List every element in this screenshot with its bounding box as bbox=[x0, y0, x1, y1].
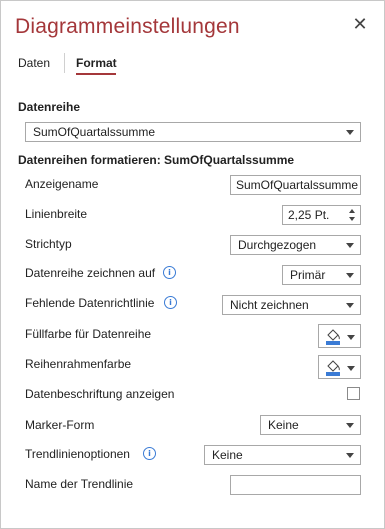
trendline-value: Keine bbox=[212, 448, 243, 462]
fill-color-button[interactable] bbox=[318, 324, 361, 348]
data-labels-label: Datenbeschriftung anzeigen bbox=[25, 387, 175, 401]
paint-bucket-icon bbox=[326, 329, 340, 345]
chevron-down-icon bbox=[346, 273, 354, 278]
chevron-down-icon bbox=[346, 243, 354, 248]
close-icon[interactable]: ✕ bbox=[351, 15, 369, 33]
tab-separator bbox=[64, 53, 65, 73]
trendline-name-input[interactable] bbox=[230, 475, 361, 495]
tab-format[interactable]: Format bbox=[76, 56, 117, 70]
paint-bucket-icon bbox=[326, 360, 340, 376]
dash-type-select[interactable]: Durchgezogen bbox=[230, 235, 361, 255]
missing-data-select[interactable]: Nicht zeichnen bbox=[222, 295, 361, 315]
plot-on-select[interactable]: Primär bbox=[282, 265, 361, 285]
line-width-value: 2,25 Pt. bbox=[288, 208, 330, 222]
chevron-down-icon bbox=[346, 303, 354, 308]
marker-shape-select[interactable]: Keine bbox=[260, 415, 361, 435]
pane-title: Diagrammeinstellungen bbox=[15, 15, 240, 38]
spin-down-icon[interactable] bbox=[349, 217, 355, 221]
marker-shape-value: Keine bbox=[268, 418, 299, 432]
border-color-label: Reihenrahmenfarbe bbox=[25, 357, 132, 371]
chevron-down-icon bbox=[346, 130, 354, 135]
info-icon[interactable]: i bbox=[143, 447, 156, 460]
marker-shape-label: Marker-Form bbox=[25, 418, 95, 432]
dash-type-value: Durchgezogen bbox=[238, 238, 317, 252]
plot-on-label: Datenreihe zeichnen auf bbox=[25, 266, 156, 280]
info-icon[interactable]: i bbox=[163, 266, 176, 279]
spin-up-icon[interactable] bbox=[349, 209, 355, 213]
missing-data-label: Fehlende Datenrichtlinie bbox=[25, 296, 155, 310]
border-color-button[interactable] bbox=[318, 355, 361, 379]
line-width-label: Linienbreite bbox=[25, 207, 88, 221]
trendline-select[interactable]: Keine bbox=[204, 445, 361, 465]
dash-type-label: Strichtyp bbox=[25, 237, 72, 251]
chevron-down-icon bbox=[346, 453, 354, 458]
format-heading: Datenreihen formatieren: SumOfQuartalssu… bbox=[18, 153, 295, 167]
series-select[interactable]: SumOfQuartalssumme bbox=[25, 122, 361, 142]
trendline-label: Trendlinienoptionen bbox=[25, 447, 130, 461]
trendline-name-label: Name der Trendlinie bbox=[25, 477, 134, 491]
tab-daten[interactable]: Daten bbox=[18, 56, 50, 70]
display-name-label: Anzeigename bbox=[25, 177, 99, 191]
line-width-spinner[interactable]: 2,25 Pt. bbox=[282, 205, 361, 225]
chevron-down-icon bbox=[347, 335, 355, 340]
info-icon[interactable]: i bbox=[164, 296, 177, 309]
active-tab-indicator bbox=[76, 73, 116, 75]
plot-on-value: Primär bbox=[290, 268, 326, 282]
display-name-value: SumOfQuartalssumme bbox=[236, 178, 359, 192]
series-heading: Datenreihe bbox=[18, 100, 81, 114]
data-labels-checkbox[interactable] bbox=[347, 387, 360, 400]
chart-settings-pane: Diagrammeinstellungen ✕ Daten Format Dat… bbox=[0, 0, 385, 529]
fill-color-label: Füllfarbe für Datenreihe bbox=[25, 327, 152, 341]
chevron-down-icon bbox=[347, 366, 355, 371]
series-select-value: SumOfQuartalssumme bbox=[33, 125, 156, 139]
display-name-input[interactable]: SumOfQuartalssumme bbox=[230, 175, 361, 195]
chevron-down-icon bbox=[346, 423, 354, 428]
missing-data-value: Nicht zeichnen bbox=[230, 298, 309, 312]
